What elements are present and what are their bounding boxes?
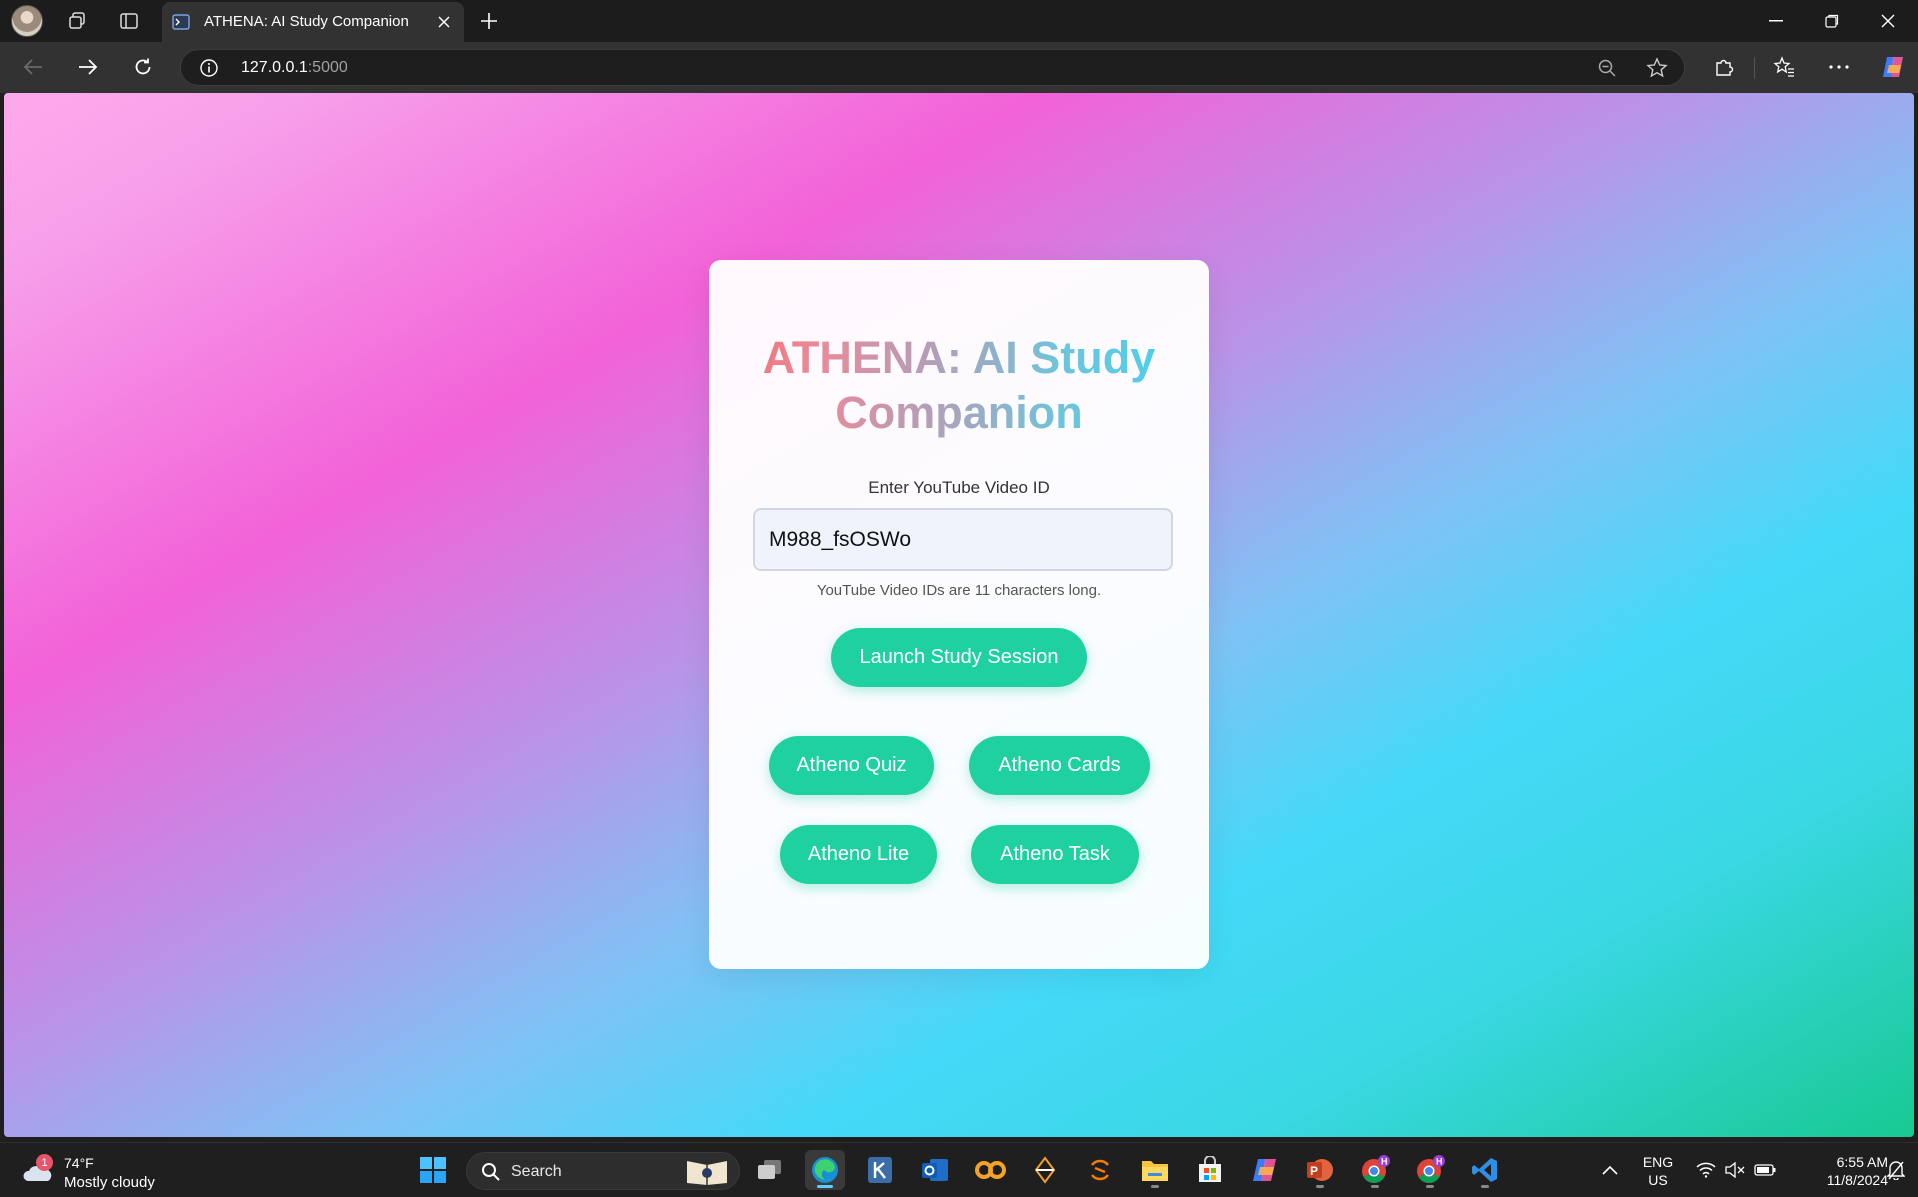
- vscode-icon[interactable]: [1465, 1150, 1505, 1190]
- battery-icon[interactable]: [1745, 1150, 1785, 1190]
- windows-start-icon[interactable]: [413, 1150, 453, 1190]
- copilot-app-icon[interactable]: [1245, 1150, 1285, 1190]
- microsoft-store-icon[interactable]: [1190, 1150, 1230, 1190]
- video-id-label: Enter YouTube Video ID: [868, 478, 1050, 497]
- sublime-icon[interactable]: [1080, 1150, 1120, 1190]
- edge-browser-icon[interactable]: [805, 1150, 845, 1190]
- profile-avatar[interactable]: [11, 5, 43, 37]
- title-bar: ATHENA: AI Study Companion: [0, 0, 1918, 42]
- address-bar[interactable]: 127.0.0.1:5000: [180, 49, 1685, 86]
- active-tab[interactable]: ATHENA: AI Study Companion: [162, 2, 464, 42]
- outlook-icon[interactable]: [915, 1150, 955, 1190]
- vertical-tabs-icon[interactable]: [114, 6, 144, 36]
- study-card: ATHENA: AI Study Companion Enter YouTube…: [709, 260, 1209, 969]
- creative-cloud-icon[interactable]: [970, 1150, 1010, 1190]
- atheno-task-button[interactable]: Atheno Task: [971, 825, 1139, 884]
- close-tab-icon[interactable]: [432, 10, 456, 34]
- navigation-bar: 127.0.0.1:5000: [0, 42, 1918, 93]
- svg-text:P: P: [1310, 1164, 1318, 1178]
- taskbar-search[interactable]: Search: [466, 1152, 740, 1190]
- weather-widget[interactable]: 1 74°F Mostly cloudy: [20, 1151, 180, 1193]
- weather-temperature: 74°F: [64, 1155, 94, 1171]
- time-label: 6:55 AM: [1836, 1154, 1888, 1170]
- favorite-star-icon[interactable]: [1643, 54, 1671, 82]
- search-highlight-icon: [685, 1157, 729, 1192]
- search-label: Search: [511, 1163, 562, 1180]
- copilot-icon[interactable]: [1876, 50, 1910, 84]
- workspaces-icon[interactable]: [62, 6, 92, 36]
- more-options-icon[interactable]: [1822, 50, 1856, 84]
- search-icon: [481, 1162, 501, 1187]
- page-title: ATHENA: AI Study Companion: [709, 330, 1209, 440]
- pen-tool-icon[interactable]: [1025, 1150, 1065, 1190]
- terminal-favicon-icon: [172, 14, 190, 30]
- video-id-hint: YouTube Video IDs are 11 characters long…: [816, 582, 1102, 599]
- chrome-profile-h2-icon[interactable]: H: [1410, 1150, 1450, 1190]
- close-window-icon[interactable]: [1860, 0, 1916, 42]
- launch-study-session-button[interactable]: Launch Study Session: [831, 628, 1087, 687]
- page-viewport: ATHENA: AI Study Companion Enter YouTube…: [4, 93, 1914, 1137]
- weather-description: Mostly cloudy: [64, 1174, 155, 1191]
- atheno-quiz-button[interactable]: Atheno Quiz: [769, 736, 934, 795]
- k-app-icon[interactable]: [860, 1150, 900, 1190]
- notifications-bell-icon[interactable]: [1876, 1150, 1916, 1190]
- chevron-up-icon[interactable]: [1590, 1150, 1630, 1190]
- file-explorer-icon[interactable]: [1135, 1150, 1175, 1190]
- minimize-icon[interactable]: [1748, 0, 1804, 42]
- new-tab-icon[interactable]: [474, 6, 504, 36]
- atheno-cards-button[interactable]: Atheno Cards: [969, 736, 1150, 795]
- toolbar-separator: [1754, 57, 1755, 79]
- tab-title: ATHENA: AI Study Companion: [204, 13, 409, 30]
- date-label: 11/8/2024: [1826, 1172, 1888, 1188]
- notification-badge: 1: [36, 1154, 53, 1171]
- clock[interactable]: 6:55 AM 11/8/2024: [1788, 1153, 1888, 1189]
- url-text: 127.0.0.1:5000: [241, 59, 348, 76]
- extensions-icon[interactable]: [1707, 50, 1741, 84]
- powerpoint-icon[interactable]: P: [1300, 1150, 1340, 1190]
- refresh-icon[interactable]: [126, 50, 160, 84]
- video-id-input[interactable]: [753, 508, 1173, 571]
- chrome-profile-h-icon[interactable]: H: [1355, 1150, 1395, 1190]
- svg-text:H: H: [1381, 1157, 1388, 1167]
- back-icon[interactable]: [16, 50, 50, 84]
- task-view-icon[interactable]: [750, 1150, 790, 1190]
- forward-icon[interactable]: [71, 50, 105, 84]
- favorites-icon[interactable]: [1767, 50, 1801, 84]
- atheno-lite-button[interactable]: Atheno Lite: [780, 825, 937, 884]
- svg-text:H: H: [1436, 1157, 1443, 1167]
- zoom-out-icon[interactable]: [1593, 54, 1621, 82]
- site-info-icon[interactable]: [195, 54, 223, 82]
- restore-icon[interactable]: [1804, 0, 1860, 42]
- taskbar: 1 74°F Mostly cloudy Search P H H ENG US…: [0, 1142, 1918, 1197]
- language-indicator[interactable]: ENG US: [1636, 1153, 1680, 1189]
